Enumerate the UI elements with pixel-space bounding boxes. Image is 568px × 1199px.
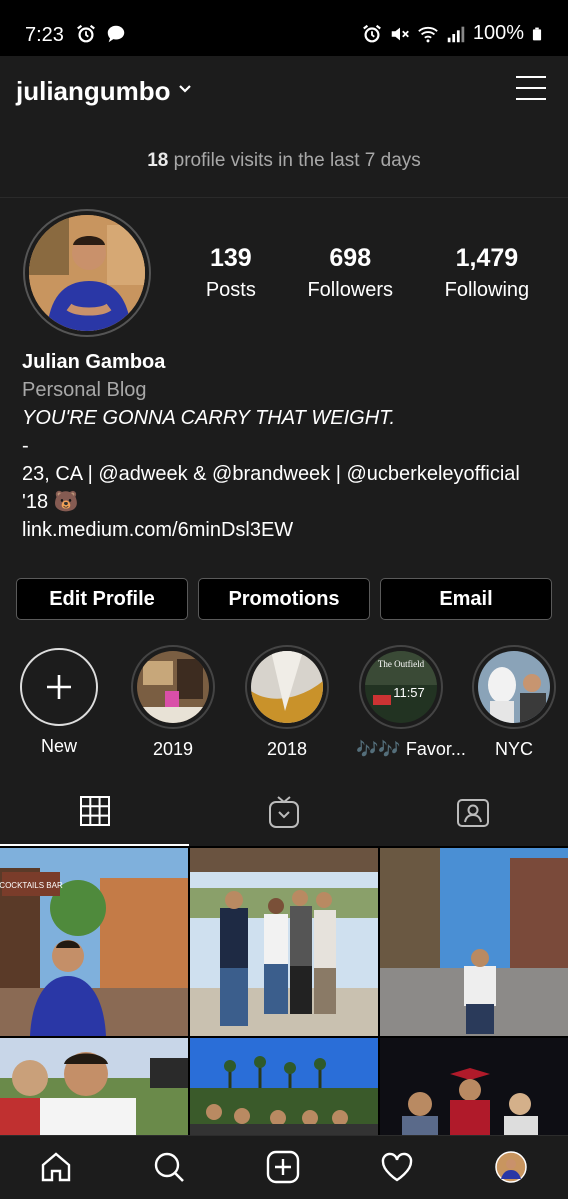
stat-posts[interactable]: 139 Posts: [206, 244, 256, 302]
wifi-icon: [418, 26, 438, 42]
highlight-thumbnail: [137, 651, 209, 723]
profile-visits-text: profile visits in the last 7 days: [168, 150, 421, 171]
stat-following-value: 1,479: [455, 244, 519, 272]
tab-grid[interactable]: [0, 778, 189, 846]
heart-icon: [381, 1152, 413, 1182]
post-thumbnail[interactable]: [0, 1038, 188, 1136]
nav-search[interactable]: [152, 1150, 186, 1184]
grid-icon: [79, 796, 110, 826]
bio-details: 23, CA | @adweek & @brandweek | @ucberke…: [22, 463, 520, 485]
highlight-2019[interactable]: 2019: [128, 645, 218, 760]
tab-tagged[interactable]: [378, 778, 567, 846]
menu-icon[interactable]: [516, 76, 546, 104]
tab-igtv[interactable]: [189, 778, 378, 846]
chat-icon: [107, 25, 125, 43]
highlight-label: 2019: [152, 739, 194, 759]
chevron-down-icon[interactable]: [178, 84, 192, 94]
new-highlight-button[interactable]: [20, 648, 98, 726]
stat-posts-label: Posts: [205, 279, 256, 301]
stat-following[interactable]: 1,479 Following: [445, 244, 529, 302]
profile-action-buttons: Edit Profile Promotions Email: [16, 578, 552, 620]
edit-profile-button[interactable]: Edit Profile: [16, 578, 188, 620]
thumbnail-caption: The Outfield: [378, 659, 425, 669]
nav-add[interactable]: [266, 1150, 300, 1184]
story-highlights: New 2019 2018 The Outfield 11:57 🎶🎶 Favor…: [0, 645, 568, 765]
bio-separator: -: [22, 435, 29, 457]
highlight-favorites[interactable]: The Outfield 11:57 🎶🎶 Favor...: [356, 645, 466, 760]
account-switcher-username[interactable]: juliangumbo: [16, 76, 171, 107]
profile-visits-banner[interactable]: 18 profile visits in the last 7 days: [0, 126, 568, 198]
plus-icon: [47, 675, 71, 699]
highlight-thumbnail: The Outfield 11:57: [365, 651, 437, 723]
status-time: 7:23: [25, 24, 64, 46]
stat-followers-value: 698: [329, 244, 372, 272]
add-icon: [266, 1150, 300, 1184]
profile-bio: Julian Gamboa Personal Blog YOU'RE GONNA…: [22, 348, 552, 544]
profile-section: 139 Posts 698 Followers 1,479 Following …: [0, 198, 568, 778]
bio-link[interactable]: link.medium.com/6minDsl3EW: [22, 516, 552, 544]
bio-tagline: YOU'RE GONNA CARRY THAT WEIGHT.: [22, 407, 396, 429]
nav-home[interactable]: [39, 1150, 73, 1184]
igtv-icon: [268, 796, 299, 828]
post-grid: COCKTAILS BAR: [0, 846, 568, 1136]
battery-icon: [532, 27, 542, 40]
search-icon: [154, 1152, 184, 1182]
stat-followers[interactable]: 698 Followers: [307, 244, 393, 302]
bottom-navigation: [0, 1135, 568, 1199]
profile-stats: 139 Posts 698 Followers 1,479 Following: [180, 244, 555, 302]
highlight-2018[interactable]: 2018: [242, 645, 332, 760]
highlight-thumbnail: [478, 651, 550, 723]
tagged-icon: [456, 799, 489, 827]
alarm-icon: [362, 24, 381, 42]
profile-category: Personal Blog: [22, 379, 147, 401]
status-bar: 7:23 100%: [0, 0, 568, 56]
profile-header: juliangumbo: [0, 56, 568, 126]
highlight-label: NYC: [494, 739, 533, 759]
bio-year: '18 🐻: [22, 491, 79, 513]
nav-activity[interactable]: [380, 1150, 414, 1184]
stat-followers-label: Followers: [307, 279, 394, 301]
post-thumbnail[interactable]: COCKTAILS BAR: [0, 848, 188, 1036]
post-thumbnail[interactable]: [380, 848, 568, 1036]
highlight-new[interactable]: New: [14, 645, 104, 757]
stat-following-label: Following: [444, 279, 530, 301]
home-icon: [41, 1152, 71, 1182]
profile-avatar[interactable]: [23, 209, 151, 337]
post-thumbnail[interactable]: [380, 1038, 568, 1136]
photo-sign-text: COCKTAILS BAR: [0, 881, 63, 890]
profile-photo: [29, 215, 145, 331]
highlight-label: 🎶🎶 Favor...: [356, 739, 466, 759]
post-thumbnail[interactable]: [190, 1038, 378, 1136]
signal-icon: [447, 26, 465, 42]
email-button[interactable]: Email: [380, 578, 552, 620]
post-thumbnail[interactable]: [190, 848, 378, 1036]
profile-visits-count: 18: [147, 150, 169, 171]
profile-avatar: [495, 1151, 527, 1183]
nav-profile[interactable]: [494, 1150, 528, 1184]
thumbnail-time: 11:57: [393, 685, 425, 700]
highlight-nyc[interactable]: NYC: [469, 645, 559, 760]
promotions-button[interactable]: Promotions: [198, 578, 370, 620]
alarm-icon: [77, 24, 95, 43]
battery-level: 100%: [472, 22, 524, 44]
profile-tabs: [0, 778, 568, 846]
highlight-label: New: [40, 736, 77, 756]
stat-posts-value: 139: [209, 244, 252, 272]
highlight-label: 2018: [266, 739, 308, 759]
highlight-thumbnail: [251, 651, 323, 723]
mute-icon: [391, 27, 409, 40]
profile-name: Julian Gamboa: [22, 351, 166, 373]
